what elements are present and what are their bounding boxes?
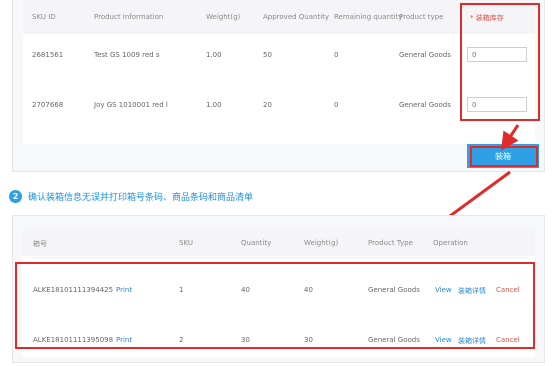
header-product-info: Product Information <box>94 13 164 21</box>
header-box-no: 箱号 <box>33 240 47 248</box>
weight-cell: 1.00 <box>206 51 222 59</box>
product-info-cell: Test GS 1009 red s <box>94 51 160 59</box>
product-type-cell: General Goods <box>399 101 451 109</box>
product-type-cell: General Goods <box>368 286 420 294</box>
quantity-cell: 40 <box>241 286 250 294</box>
print-link[interactable]: Print <box>116 286 132 294</box>
header-box-stock: * 装箱库存 <box>470 14 504 22</box>
step-2-text: 确认装箱信息无误并打印箱号条码、商品条码和商品清单 <box>28 193 254 203</box>
remaining-qty-cell: 0 <box>334 101 339 109</box>
box-table-header: 箱号 SKU Quantity Weight(g) Product Type O… <box>22 229 535 256</box>
box-stock-input[interactable] <box>467 97 527 112</box>
remaining-qty-cell: 0 <box>334 51 339 59</box>
approved-qty-cell: 50 <box>263 51 272 59</box>
header-weight: Weight(g) <box>304 239 339 247</box>
box-detail-link[interactable]: 装箱详情 <box>458 286 486 296</box>
weight-cell: 40 <box>304 286 313 294</box>
box-table: 箱号 SKU Quantity Weight(g) Product Type O… <box>22 229 535 357</box>
step-number-badge: 2 <box>9 190 22 203</box>
product-type-cell: General Goods <box>399 51 451 59</box>
sku-id-cell: 2681561 <box>32 51 64 59</box>
box-no-cell: ALKE18101111395098 <box>33 336 114 344</box>
header-product-type: Product type <box>399 13 444 21</box>
box-detail-link[interactable]: 装箱详情 <box>458 336 486 346</box>
product-type-cell: General Goods <box>368 336 420 344</box>
weight-cell: 1.00 <box>206 101 222 109</box>
box-list-panel: 箱号 SKU Quantity Weight(g) Product Type O… <box>12 215 545 363</box>
sku-cell: 2 <box>179 336 184 344</box>
pack-button[interactable]: 装箱 <box>467 144 539 168</box>
header-sku-id: SKU ID <box>32 13 56 21</box>
sku-cell: 1 <box>179 286 184 294</box>
sku-id-cell: 2707668 <box>32 101 64 109</box>
weight-cell: 30 <box>304 336 313 344</box>
cancel-link[interactable]: Cancel <box>496 286 520 294</box>
header-quantity: Quantity <box>241 239 272 247</box>
approved-qty-cell: 20 <box>263 101 272 109</box>
packing-panel: SKU ID Product Information Weight(g) App… <box>12 0 545 172</box>
view-link[interactable]: View <box>435 336 452 344</box>
box-stock-input[interactable] <box>467 47 527 62</box>
header-sku: SKU <box>179 239 193 247</box>
header-product-type: Product Type <box>368 239 413 247</box>
step-2-title: 2 确认装箱信息无误并打印箱号条码、商品条码和商品清单 <box>9 190 253 203</box>
header-approved-qty: Approved Quantity <box>263 13 330 21</box>
header-weight: Weight(g) <box>206 13 241 21</box>
quantity-cell: 30 <box>241 336 250 344</box>
cancel-link[interactable]: Cancel <box>496 336 520 344</box>
view-link[interactable]: View <box>435 286 452 294</box>
packing-table: SKU ID Product Information Weight(g) App… <box>23 0 535 144</box>
product-info-cell: Joy GS 1010001 red l <box>94 101 168 109</box>
header-remaining-qty: Remaining quantity <box>334 13 403 21</box>
header-operation: Operation <box>433 239 468 247</box>
packing-table-header: SKU ID Product Information Weight(g) App… <box>23 0 535 34</box>
print-link[interactable]: Print <box>116 336 132 344</box>
box-no-cell: ALKE18101111394425 <box>33 286 114 294</box>
